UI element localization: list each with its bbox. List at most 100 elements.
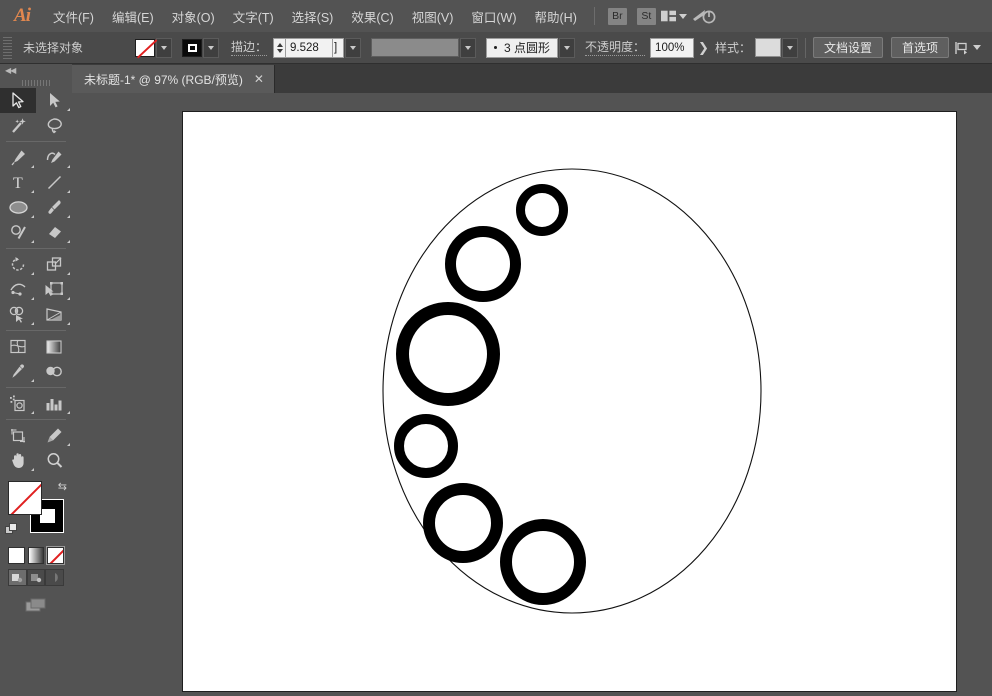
paintbrush-tool[interactable]: [36, 195, 72, 220]
type-tool[interactable]: T: [0, 170, 36, 195]
tool-group-indicator: [31, 379, 34, 382]
bridge-icon[interactable]: Br: [608, 8, 627, 25]
magic-wand-tool[interactable]: [0, 113, 36, 138]
direct-selection-tool[interactable]: [36, 88, 72, 113]
menu-type[interactable]: 文字(T): [224, 0, 283, 32]
menu-file[interactable]: 文件(F): [44, 0, 103, 32]
artwork-circle-3[interactable]: [403, 309, 494, 400]
mesh-tool[interactable]: [0, 334, 36, 359]
slice-tool[interactable]: [36, 423, 72, 448]
blend-tool[interactable]: [36, 359, 72, 384]
artwork-circle-2[interactable]: [451, 232, 516, 297]
stroke-dropdown[interactable]: [203, 38, 219, 58]
document-tab[interactable]: 未标题-1* @ 97% (RGB/预览) ✕: [72, 65, 275, 93]
control-bar-grip[interactable]: [3, 37, 12, 59]
zoom-tool[interactable]: [36, 448, 72, 473]
artboard-tool[interactable]: [0, 423, 36, 448]
chevron-down-icon: [161, 46, 167, 50]
gradient-tool[interactable]: [36, 334, 72, 359]
menu-select[interactable]: 选择(S): [283, 0, 343, 32]
tool-group-indicator: [31, 165, 34, 168]
opacity-expand-icon[interactable]: ❯: [698, 40, 709, 56]
color-mode-button[interactable]: [8, 547, 25, 564]
tool-group-indicator: [31, 322, 34, 325]
fill-color-swatch[interactable]: [135, 39, 155, 57]
draw-inside-button[interactable]: [45, 569, 64, 586]
default-fill-stroke-icon[interactable]: [5, 523, 18, 536]
screen-mode-button[interactable]: [0, 586, 72, 614]
graphic-style-dropdown[interactable]: [782, 38, 798, 58]
menu-divider: [594, 7, 595, 25]
fill-dropdown[interactable]: [156, 38, 172, 58]
collapse-panel-icon[interactable]: ◀◀: [0, 64, 72, 77]
artwork-canvas[interactable]: [183, 112, 958, 693]
tool-group-indicator: [31, 297, 34, 300]
swap-fill-stroke-icon[interactable]: ⇆: [58, 480, 67, 493]
menu-window[interactable]: 窗口(W): [462, 0, 525, 32]
width-tool[interactable]: [0, 277, 36, 302]
preferences-button[interactable]: 首选项: [891, 37, 949, 58]
ellipse-tool[interactable]: [0, 195, 36, 220]
menu-view[interactable]: 视图(V): [403, 0, 463, 32]
free-transform-tool[interactable]: [36, 277, 72, 302]
eraser-tool[interactable]: [36, 220, 72, 245]
canvas-area[interactable]: [72, 93, 992, 696]
shape-builder-tool[interactable]: [0, 302, 36, 327]
gradient-mode-button[interactable]: [28, 547, 45, 564]
tool-group-indicator: [67, 443, 70, 446]
draw-behind-button[interactable]: [27, 569, 46, 586]
stroke-weight-stepper[interactable]: [273, 38, 285, 58]
pencil-tool[interactable]: [0, 220, 36, 245]
brush-definition-field[interactable]: 3 点圆形: [486, 38, 558, 58]
control-bar: 未选择对象 描边： 9.528 ] 3 点圆形 不透明度： 100% ❯ 样式：…: [0, 32, 992, 64]
app-logo: Ai: [0, 0, 44, 32]
chevron-down-icon: [973, 45, 981, 50]
stroke-profile-dropdown[interactable]: [460, 38, 476, 58]
lasso-tool[interactable]: [36, 113, 72, 138]
pen-tool[interactable]: [0, 145, 36, 170]
curvature-tool[interactable]: [36, 145, 72, 170]
fill-indicator[interactable]: [8, 481, 42, 515]
tool-group-indicator: [31, 240, 34, 243]
stock-icon[interactable]: St: [637, 8, 656, 25]
tool-group-indicator: [31, 411, 34, 414]
drawing-mode-bar: [0, 564, 72, 586]
hand-tool[interactable]: [0, 448, 36, 473]
artwork-circle-5[interactable]: [429, 489, 497, 557]
graphic-style-swatch[interactable]: [755, 38, 781, 57]
artboard[interactable]: [182, 111, 957, 692]
scale-tool[interactable]: [36, 252, 72, 277]
none-mode-button[interactable]: [47, 547, 64, 564]
tools-panel-grip[interactable]: [0, 77, 72, 88]
artwork-circle-4[interactable]: [399, 419, 453, 473]
stroke-weight-dropdown[interactable]: [345, 38, 361, 58]
tool-group-indicator: [67, 108, 70, 111]
menu-effect[interactable]: 效果(C): [342, 0, 402, 32]
artwork-circle-6[interactable]: [506, 525, 580, 599]
menu-object[interactable]: 对象(O): [163, 0, 224, 32]
brush-definition-dropdown[interactable]: [559, 38, 575, 58]
tools-divider: [6, 141, 66, 142]
stroke-color-swatch[interactable]: [182, 39, 202, 57]
align-panel-icon[interactable]: [955, 32, 981, 64]
symbol-sprayer-tool[interactable]: [0, 391, 36, 416]
draw-normal-button[interactable]: [8, 569, 27, 586]
menu-edit[interactable]: 编辑(E): [103, 0, 163, 32]
opacity-input[interactable]: 100%: [650, 38, 694, 58]
stroke-weight-input[interactable]: 9.528: [285, 38, 333, 58]
line-segment-tool[interactable]: [36, 170, 72, 195]
document-setup-button[interactable]: 文档设置: [813, 37, 883, 58]
rotate-tool[interactable]: [0, 252, 36, 277]
eyedropper-tool[interactable]: [0, 359, 36, 384]
artwork-circle-1[interactable]: [521, 189, 564, 232]
tool-group-indicator: [67, 190, 70, 193]
stroke-profile-swatch[interactable]: [371, 38, 459, 57]
menu-help[interactable]: 帮助(H): [526, 0, 586, 32]
close-icon[interactable]: ✕: [252, 72, 266, 86]
perspective-grid-tool[interactable]: [36, 302, 72, 327]
tool-group-indicator: [67, 272, 70, 275]
column-graph-tool[interactable]: [36, 391, 72, 416]
workspace-switcher-icon[interactable]: [687, 0, 721, 32]
arrange-documents-icon[interactable]: [661, 0, 687, 32]
selection-tool[interactable]: [0, 88, 36, 113]
